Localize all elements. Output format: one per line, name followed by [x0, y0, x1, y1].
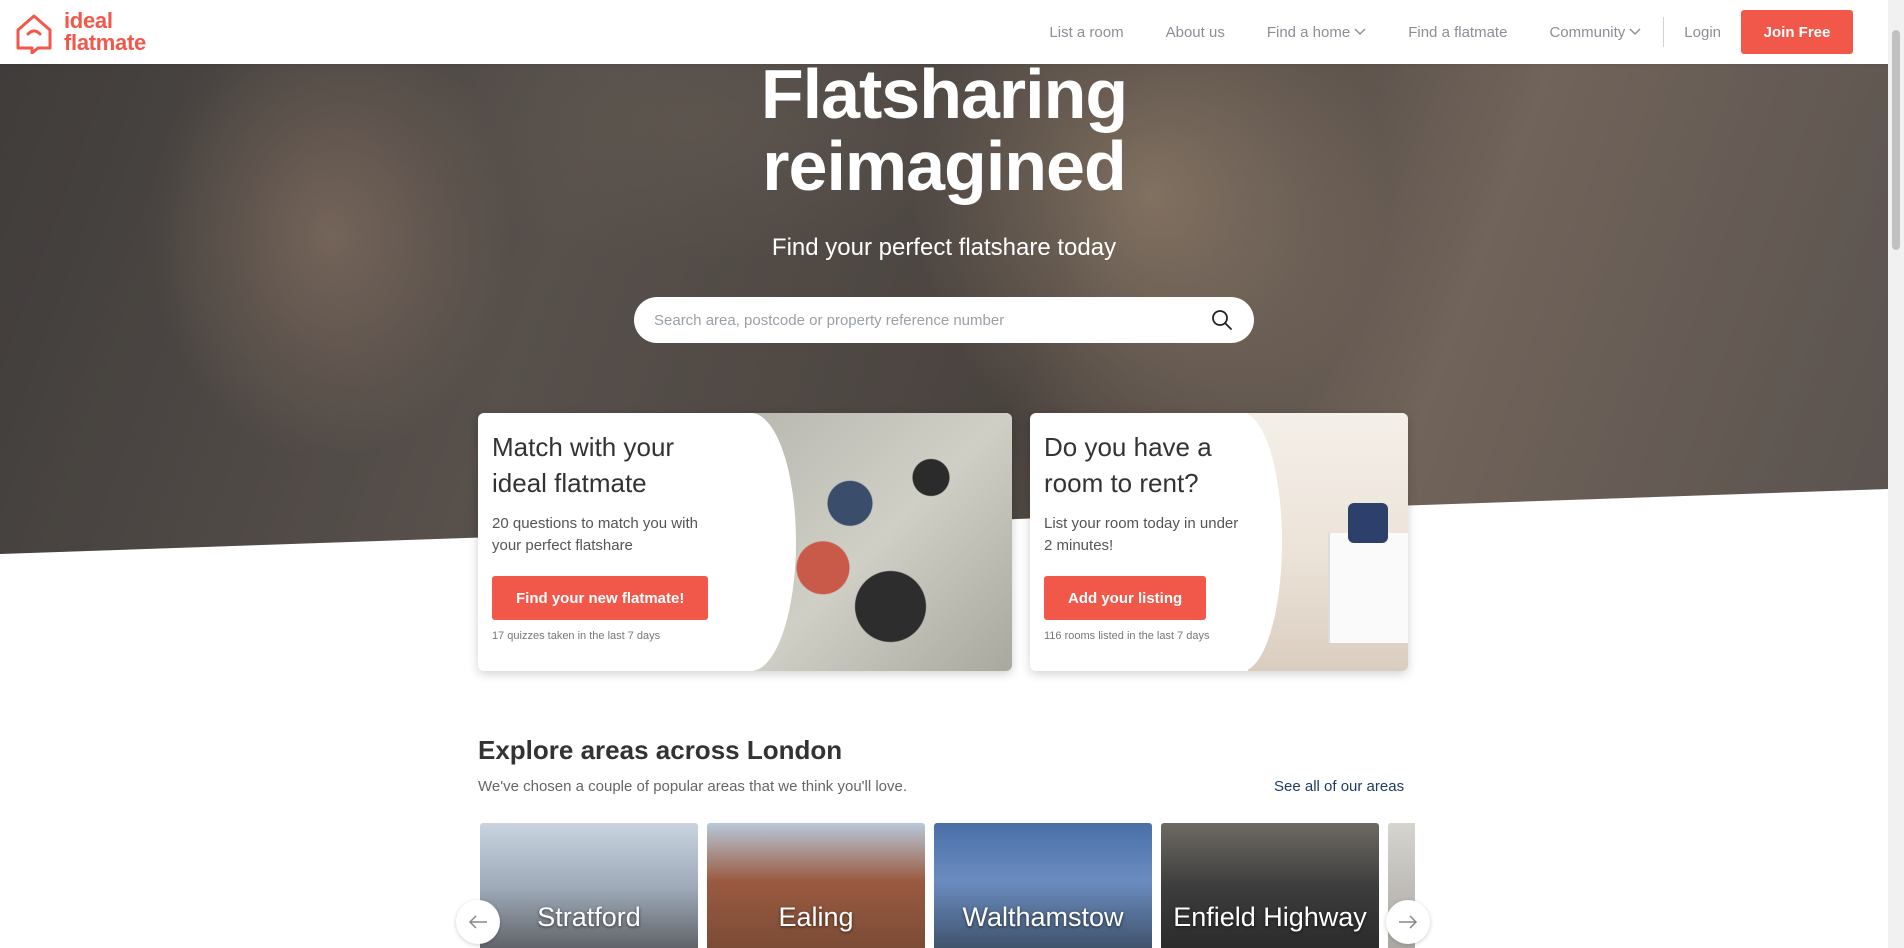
- area-label: Enfield Highway: [1173, 902, 1367, 932]
- card-text: Match with your ideal flatmate 20 questi…: [492, 429, 698, 557]
- card-title-line1: Do you have a: [1044, 432, 1212, 462]
- logo-text-line2: flatmate: [64, 30, 146, 55]
- find-flatmate-button[interactable]: Find your new flatmate!: [492, 576, 709, 620]
- nav-item-list-a-room[interactable]: List a room: [1049, 24, 1123, 41]
- explore-title: Explore areas across London: [478, 735, 843, 765]
- bed-shape: [1328, 533, 1408, 643]
- carousel-prev-button[interactable]: [456, 900, 500, 944]
- carousel-next-button[interactable]: [1386, 900, 1430, 944]
- explore-subtitle: We've chosen a couple of popular areas t…: [478, 778, 908, 795]
- nav-item-label: About us: [1165, 23, 1225, 41]
- match-flatmate-card: Match with your ideal flatmate 20 questi…: [478, 413, 1012, 671]
- card-desc-line2: 2 minutes!: [1044, 537, 1114, 554]
- card-description: List your room today in under 2 minutes!: [1044, 513, 1238, 557]
- nav-item-community[interactable]: Community: [1549, 24, 1641, 41]
- login-link[interactable]: Login: [1684, 24, 1721, 41]
- card-desc-line2: your perfect flatshare: [492, 537, 633, 554]
- hero-title-line2: reimagined: [762, 127, 1126, 205]
- site-header: ideal flatmate List a room About us Find…: [0, 0, 1888, 64]
- logo-text-line1: ideal: [64, 8, 113, 33]
- hero-subtitle: Find your perfect flatshare today: [771, 234, 1117, 261]
- card-title: Do you have a room to rent?: [1044, 429, 1238, 501]
- add-listing-button[interactable]: Add your listing: [1044, 576, 1207, 620]
- hero-title-line1: Flatsharing: [760, 64, 1128, 133]
- nav-item-label: Community: [1549, 23, 1626, 41]
- areas-carousel: Stratford Ealing Walthamstow Enfield Hig…: [480, 823, 1415, 948]
- card-title: Match with your ideal flatmate: [492, 429, 698, 501]
- house-logo-icon: [16, 14, 52, 54]
- card-title-line2: room to rent?: [1044, 468, 1199, 498]
- pillow-shape: [1348, 503, 1388, 543]
- card-meta: 17 quizzes taken in the last 7 days: [492, 630, 661, 642]
- hero-title: Flatsharing reimagined: [0, 64, 1888, 205]
- card-desc-line1: List your room today in under: [1044, 515, 1239, 532]
- nav-divider: [1663, 17, 1665, 47]
- card-meta: 116 rooms listed in the last 7 days: [1044, 630, 1210, 642]
- nav-item-label: Find a home: [1266, 23, 1351, 41]
- search-input[interactable]: [654, 311, 1210, 329]
- card-title-line1: Match with your: [492, 432, 675, 462]
- search-bar: [634, 297, 1254, 343]
- scrollbar-thumb[interactable]: [1892, 30, 1900, 250]
- card-image-curve: [706, 413, 796, 671]
- chevron-down-icon: [1354, 28, 1366, 35]
- area-card-enfield-highway[interactable]: Enfield Highway: [1161, 823, 1379, 948]
- nav-item-about-us[interactable]: About us: [1166, 24, 1225, 41]
- nav-item-find-a-flatmate[interactable]: Find a flatmate: [1408, 24, 1507, 41]
- nav-item-find-a-home[interactable]: Find a home: [1267, 24, 1366, 41]
- area-card-stratford[interactable]: Stratford: [480, 823, 698, 948]
- card-title-line2: ideal flatmate: [492, 468, 647, 498]
- card-description: 20 questions to match you with your perf…: [492, 513, 698, 557]
- card-text: Do you have a room to rent? List your ro…: [1044, 429, 1238, 557]
- logo-text: ideal flatmate: [64, 10, 146, 54]
- nav-item-label: Find a flatmate: [1408, 23, 1508, 41]
- arrow-right-icon: [1399, 915, 1418, 929]
- card-desc-line1: 20 questions to match you with: [492, 515, 698, 532]
- area-label: Stratford: [537, 902, 641, 932]
- nav-item-label: List a room: [1049, 23, 1124, 41]
- area-card-walthamstow[interactable]: Walthamstow: [934, 823, 1152, 948]
- main-nav: List a room About us Find a home Find a …: [1049, 0, 1888, 64]
- room-to-rent-card: Do you have a room to rent? List your ro…: [1030, 413, 1408, 671]
- area-card-ealing[interactable]: Ealing: [707, 823, 925, 948]
- chevron-down-icon: [1629, 28, 1641, 35]
- logo[interactable]: ideal flatmate: [14, 10, 146, 54]
- search-icon[interactable]: [1210, 308, 1234, 332]
- page-scrollbar[interactable]: [1888, 0, 1904, 948]
- area-label: Walthamstow: [962, 902, 1124, 932]
- join-free-button[interactable]: Join Free: [1741, 10, 1853, 54]
- see-all-areas-link[interactable]: See all of our areas: [1274, 778, 1404, 795]
- area-label: Ealing: [778, 902, 854, 932]
- arrow-left-icon: [468, 915, 487, 929]
